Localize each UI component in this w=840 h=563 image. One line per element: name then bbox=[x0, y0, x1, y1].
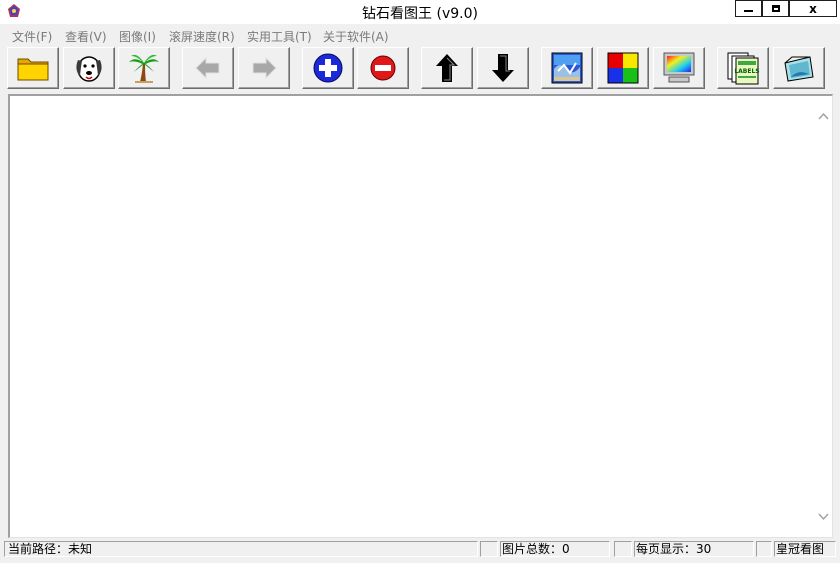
labels-icon: LABELS bbox=[727, 52, 760, 85]
menu-bar: 文件(F) 查看(V) 图像(I) 滚屏速度(R) 实用工具(T) 关于软件(A… bbox=[0, 25, 840, 45]
zoom-in-icon bbox=[313, 53, 343, 83]
monitor-icon bbox=[663, 52, 695, 83]
status-spacer-1 bbox=[480, 541, 498, 557]
open-folder-button[interactable] bbox=[7, 47, 59, 89]
labels-button[interactable]: LABELS bbox=[717, 47, 769, 89]
title-bar: 钻石看图王 (v9.0) x bbox=[0, 0, 840, 24]
zoom-in-button[interactable] bbox=[302, 47, 354, 89]
status-brand: 皇冠看图 bbox=[774, 541, 836, 557]
status-bar: 当前路径：未知 图片总数：0 每页显示：30 皇冠看图 bbox=[0, 540, 840, 563]
close-button[interactable]: x bbox=[789, 0, 837, 17]
arrow-down-icon bbox=[492, 54, 514, 82]
monitor-button[interactable] bbox=[653, 47, 705, 89]
palm-tree-button[interactable] bbox=[118, 47, 170, 89]
menu-image[interactable]: 图像(I) bbox=[119, 28, 156, 45]
next-button[interactable] bbox=[238, 47, 290, 89]
menu-scroll-speed[interactable]: 滚屏速度(R) bbox=[169, 28, 235, 45]
status-spacer-3 bbox=[756, 541, 772, 557]
window-title: 钻石看图王 (v9.0) bbox=[362, 6, 478, 22]
dog-icon bbox=[76, 56, 102, 82]
scroll-up-button[interactable] bbox=[421, 47, 473, 89]
app-window: 钻石看图王 (v9.0) x 文件(F) 查看(V) 图像(I) 滚屏速度(R)… bbox=[0, 0, 840, 563]
status-per-page: 每页显示：30 bbox=[634, 541, 754, 557]
menu-tools[interactable]: 实用工具(T) bbox=[247, 28, 312, 45]
menu-view[interactable]: 查看(V) bbox=[65, 28, 107, 45]
arrow-left-icon bbox=[195, 56, 220, 80]
photo-frame-icon bbox=[784, 56, 814, 82]
previous-button[interactable] bbox=[182, 47, 234, 89]
arrow-up-icon bbox=[436, 54, 458, 82]
scroll-up-arrow-icon[interactable] bbox=[817, 110, 830, 123]
toolbar: LABELS bbox=[0, 46, 840, 92]
scroll-down-arrow-icon[interactable] bbox=[817, 510, 830, 523]
menu-file[interactable]: 文件(F) bbox=[12, 28, 52, 45]
maximize-icon bbox=[771, 5, 780, 12]
dog-button[interactable] bbox=[63, 47, 115, 89]
status-total-images: 图片总数：0 bbox=[500, 541, 610, 557]
scroll-down-button[interactable] bbox=[477, 47, 529, 89]
maximize-button[interactable] bbox=[762, 0, 789, 17]
menu-about[interactable]: 关于软件(A) bbox=[323, 28, 389, 45]
photo-frame-button[interactable] bbox=[773, 47, 825, 89]
minimize-icon bbox=[744, 9, 753, 12]
color-grid-icon bbox=[607, 52, 639, 84]
image-browser-area[interactable] bbox=[8, 94, 833, 538]
minimize-button[interactable] bbox=[735, 0, 762, 17]
color-grid-button[interactable] bbox=[597, 47, 649, 89]
vertical-scrollbar[interactable] bbox=[815, 96, 832, 537]
close-icon: x bbox=[809, 1, 817, 16]
folder-icon bbox=[17, 58, 49, 81]
image-effect-icon bbox=[551, 52, 583, 84]
zoom-out-button[interactable] bbox=[357, 47, 409, 89]
status-current-path: 当前路径：未知 bbox=[4, 541, 478, 557]
palm-tree-icon bbox=[129, 54, 159, 83]
image-effect-button[interactable] bbox=[541, 47, 593, 89]
arrow-right-icon bbox=[252, 56, 277, 80]
status-spacer-2 bbox=[614, 541, 632, 557]
labels-text: LABELS bbox=[734, 68, 759, 75]
zoom-out-icon bbox=[370, 55, 396, 81]
